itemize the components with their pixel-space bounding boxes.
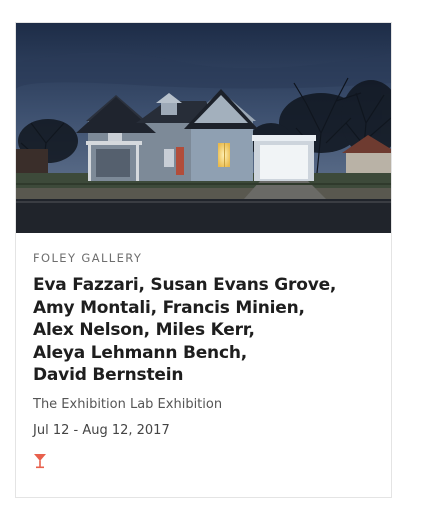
exhibition-dates: Jul 12 - Aug 12, 2017 xyxy=(33,422,170,438)
house-at-dusk-image xyxy=(16,23,391,233)
artist-line: Eva Fazzari, Susan Evans Grove, xyxy=(33,275,337,295)
cocktail-glass-icon xyxy=(34,453,46,469)
artist-line: David Bernstein xyxy=(33,365,184,386)
exhibition-card[interactable]: FOLEY GALLERY Eva Fazzari, Susan Evans G… xyxy=(15,22,392,498)
artist-line: Amy Montali, Francis Minien, xyxy=(33,297,305,318)
exhibition-photo[interactable] xyxy=(16,23,391,233)
exhibition-info: FOLEY GALLERY Eva Fazzari, Susan Evans G… xyxy=(33,249,383,469)
artist-line: Alex Nelson, Miles Kerr, xyxy=(33,320,255,341)
artist-line: Aleya Lehmann Bench, xyxy=(33,342,247,363)
gallery-name[interactable]: FOLEY GALLERY xyxy=(33,249,383,267)
artist-list[interactable]: Eva Fazzari, Susan Evans Grove, Amy Mont… xyxy=(33,274,383,387)
exhibition-title[interactable]: The Exhibition Lab Exhibition xyxy=(33,395,383,415)
